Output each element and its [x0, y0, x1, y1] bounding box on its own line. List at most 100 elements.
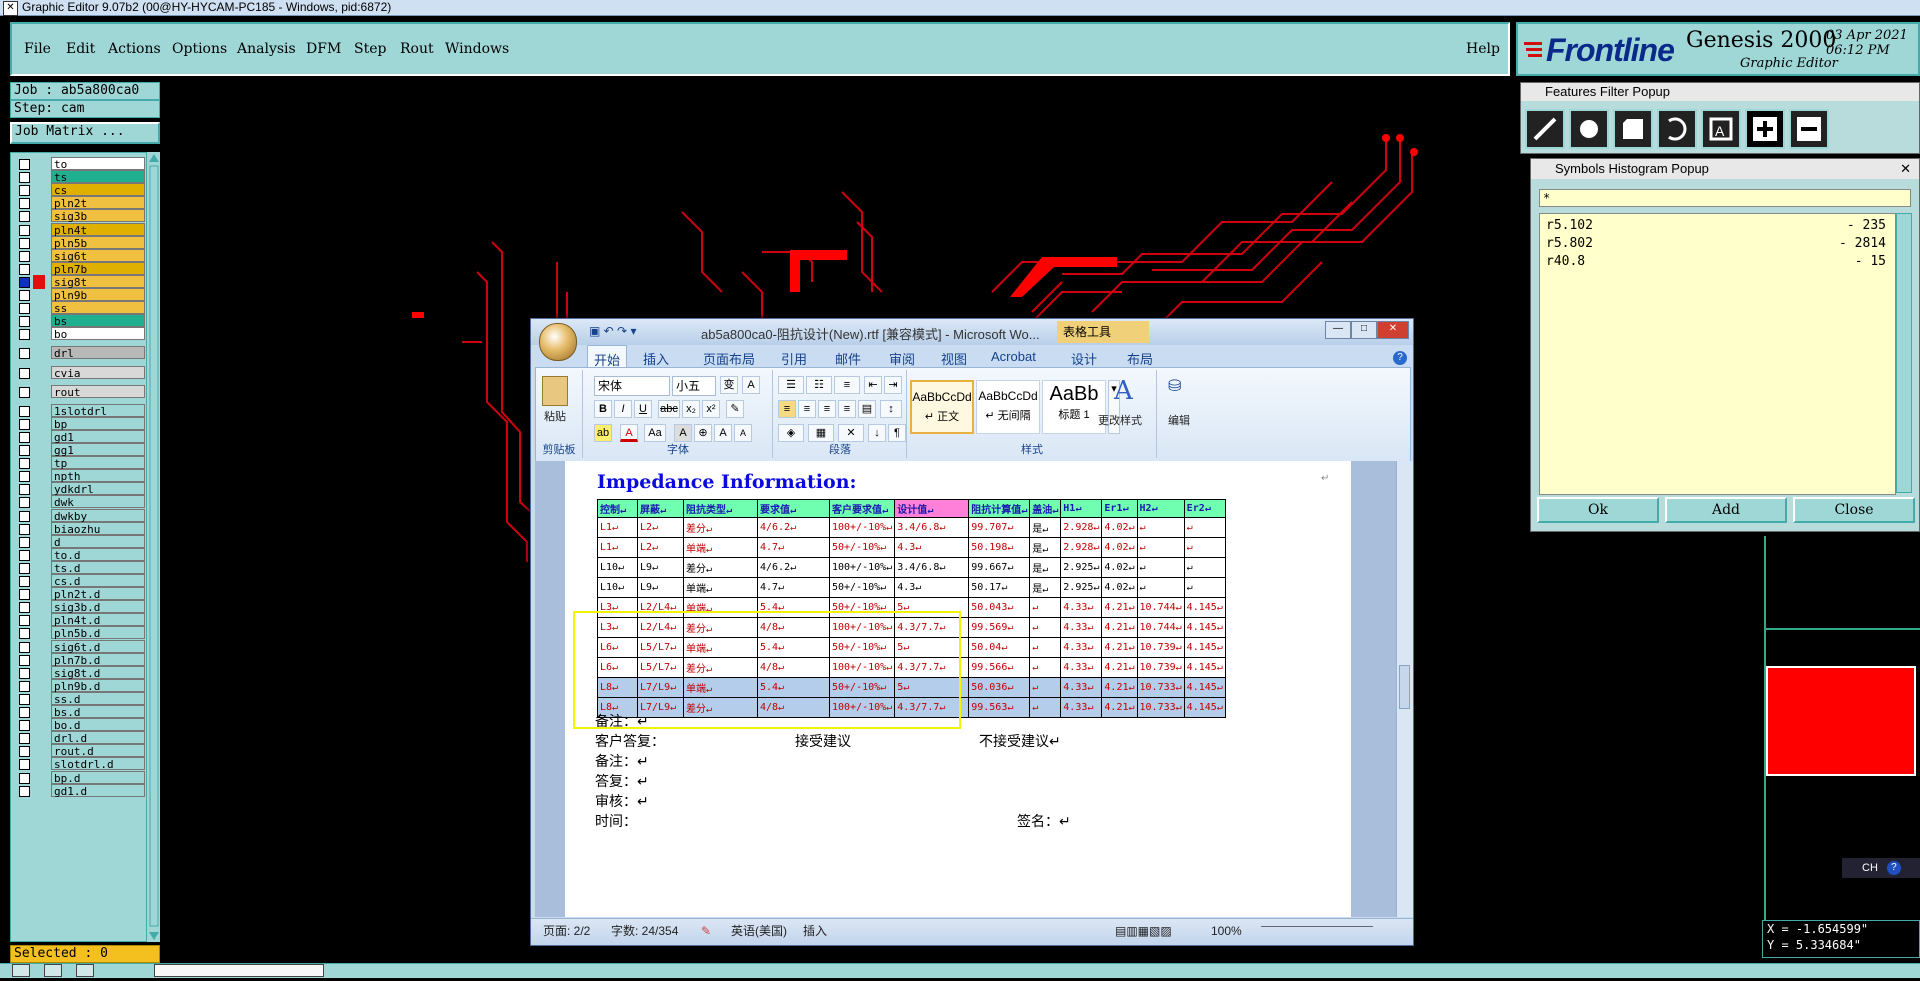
table-cell[interactable]: 是↵ [1029, 537, 1062, 558]
table-cell[interactable]: 4.21↵ [1101, 697, 1138, 718]
layer-checkbox[interactable] [19, 785, 30, 797]
layer-checkbox[interactable] [19, 237, 30, 249]
layer-row-cs[interactable]: cs [15, 183, 145, 197]
layer-name[interactable]: to [51, 157, 145, 171]
menu-file[interactable]: File [24, 41, 51, 57]
layer-row-pln2t[interactable]: pln2t [15, 196, 145, 210]
layer-row-biaozhu[interactable]: biaozhu [15, 521, 145, 536]
table-cell[interactable]: 4.145↵ [1183, 677, 1226, 698]
layer-row-gg1[interactable]: gg1 [15, 443, 145, 457]
table-cell[interactable]: ↵ [1183, 537, 1226, 558]
layer-checkbox[interactable] [19, 680, 30, 692]
strikethrough-icon[interactable]: abc [658, 400, 680, 418]
layer-name[interactable]: bp [51, 416, 145, 431]
layer-row-pln7b[interactable]: pln7b [15, 261, 145, 276]
layer-checkbox[interactable] [19, 405, 30, 417]
layer-name[interactable]: drl.d [51, 731, 145, 745]
table-cell[interactable]: L10↵ [597, 557, 638, 578]
layer-name[interactable]: pln4t [51, 222, 145, 237]
layer-name[interactable]: sig6t.d [51, 639, 145, 654]
layer-row-bp-d[interactable]: bp.d [15, 770, 145, 785]
layer-name[interactable]: gg1 [51, 443, 145, 457]
table-cell[interactable]: 10.744↵ [1136, 617, 1185, 638]
layer-row-ts[interactable]: ts [15, 170, 145, 184]
menu-step[interactable]: Step [354, 41, 386, 57]
page-indicator[interactable]: 页面: 2/2 [543, 919, 590, 943]
enclose-char-icon[interactable]: ⊕ [694, 424, 712, 442]
layer-row-ss[interactable]: ss [15, 301, 145, 315]
borders-icon[interactable]: ▦ [808, 424, 834, 442]
layer-row-to[interactable]: to [15, 157, 145, 171]
table-cell[interactable]: 50+/-10%↵ [828, 577, 896, 598]
layer-name[interactable]: sig3b.d [51, 600, 145, 614]
table-cell[interactable]: 4.21↵ [1101, 657, 1138, 678]
shrink-font-icon[interactable]: A [734, 424, 752, 442]
layer-name[interactable]: npth [51, 469, 145, 483]
highlight-icon[interactable]: ab [594, 424, 612, 442]
layer-checkbox[interactable] [19, 746, 30, 758]
list-item[interactable]: r40.8 - 15 [1546, 254, 1886, 270]
table-cell[interactable]: ↵ [1136, 537, 1185, 558]
layer-name[interactable]: sig8t [51, 274, 145, 289]
table-cell[interactable]: 4.3↵ [894, 577, 970, 598]
table-cell[interactable]: 99.569↵ [968, 617, 1031, 638]
layer-checkbox[interactable] [19, 523, 30, 535]
layer-name[interactable]: tp [51, 456, 145, 470]
layer-row-npth[interactable]: npth [15, 469, 145, 483]
superscript-icon[interactable]: x² [702, 400, 720, 418]
layer-name[interactable]: ts [51, 170, 145, 184]
table-cell[interactable]: 差分↵ [683, 557, 758, 578]
table-cell[interactable]: 10.744↵ [1136, 597, 1185, 618]
table-cell[interactable]: ↵ [1136, 517, 1185, 538]
layer-checkbox[interactable] [19, 536, 30, 548]
layer-checkbox[interactable] [19, 759, 30, 771]
shading-icon[interactable]: ◈ [778, 424, 804, 442]
toolbar-button[interactable] [76, 964, 94, 977]
justify-icon[interactable]: ≡ [838, 400, 856, 418]
layer-checkbox[interactable] [19, 367, 30, 379]
table-cell[interactable]: L1↵ [597, 517, 638, 538]
table-cell[interactable]: 4.02↵ [1101, 537, 1138, 558]
layer-checkbox[interactable] [19, 316, 30, 328]
layer-row-cvia[interactable]: cvia [15, 365, 145, 380]
align-left-icon[interactable]: ≡ [778, 400, 796, 418]
table-cell[interactable]: ↵ [1029, 677, 1062, 698]
table-cell[interactable]: 3.4/6.8↵ [894, 557, 970, 578]
table-cell[interactable]: 4.7↵ [757, 537, 830, 558]
table-cell[interactable]: 2.925↵ [1060, 577, 1103, 598]
layer-row-sig3b-d[interactable]: sig3b.d [15, 600, 145, 614]
table-cell[interactable]: 4.21↵ [1101, 677, 1138, 698]
layer-checkbox[interactable] [19, 458, 30, 470]
surface-filter-button[interactable] [1613, 109, 1653, 149]
layer-row-to-d[interactable]: to.d [15, 547, 145, 562]
table-cell[interactable]: 4.02↵ [1101, 517, 1138, 538]
table-cell[interactable]: 4.145↵ [1183, 657, 1226, 678]
layer-row-rout[interactable]: rout [15, 384, 145, 399]
table-cell[interactable]: 4.33↵ [1060, 657, 1103, 678]
layer-checkbox[interactable] [19, 654, 30, 666]
layer-name[interactable]: pln7b.d [51, 652, 145, 667]
layer-checkbox[interactable] [19, 733, 30, 745]
table-cell[interactable]: 2.928↵ [1060, 537, 1103, 558]
positive-filter-button[interactable] [1745, 109, 1785, 149]
table-cell[interactable]: L2↵ [637, 517, 684, 538]
layer-row-sig8t-d[interactable]: sig8t.d [15, 665, 145, 680]
layer-checkbox[interactable] [19, 276, 30, 288]
layer-name[interactable]: bo [51, 327, 145, 341]
show-marks-icon[interactable]: ¶ [888, 424, 906, 442]
table-cell[interactable]: L2↵ [637, 537, 684, 558]
layer-name[interactable]: ss [51, 301, 145, 315]
table-cell[interactable]: ↵ [1136, 577, 1185, 598]
table-cell[interactable]: ↵ [1029, 617, 1062, 638]
layer-row-ss-d[interactable]: ss.d [15, 691, 145, 706]
layer-name[interactable]: gd1 [51, 429, 145, 444]
table-cell[interactable]: ↵ [1029, 657, 1062, 678]
table-cell[interactable]: 10.739↵ [1136, 637, 1185, 658]
menu-analysis[interactable]: Analysis [237, 41, 296, 57]
layer-row-dwkby[interactable]: dwkby [15, 508, 145, 523]
layer-row-dwk[interactable]: dwk [15, 495, 145, 509]
table-cell[interactable]: 是↵ [1029, 517, 1062, 538]
command-input[interactable] [154, 964, 324, 977]
language-bar[interactable]: CH ? [1842, 858, 1920, 878]
layer-checkbox[interactable] [19, 224, 30, 236]
